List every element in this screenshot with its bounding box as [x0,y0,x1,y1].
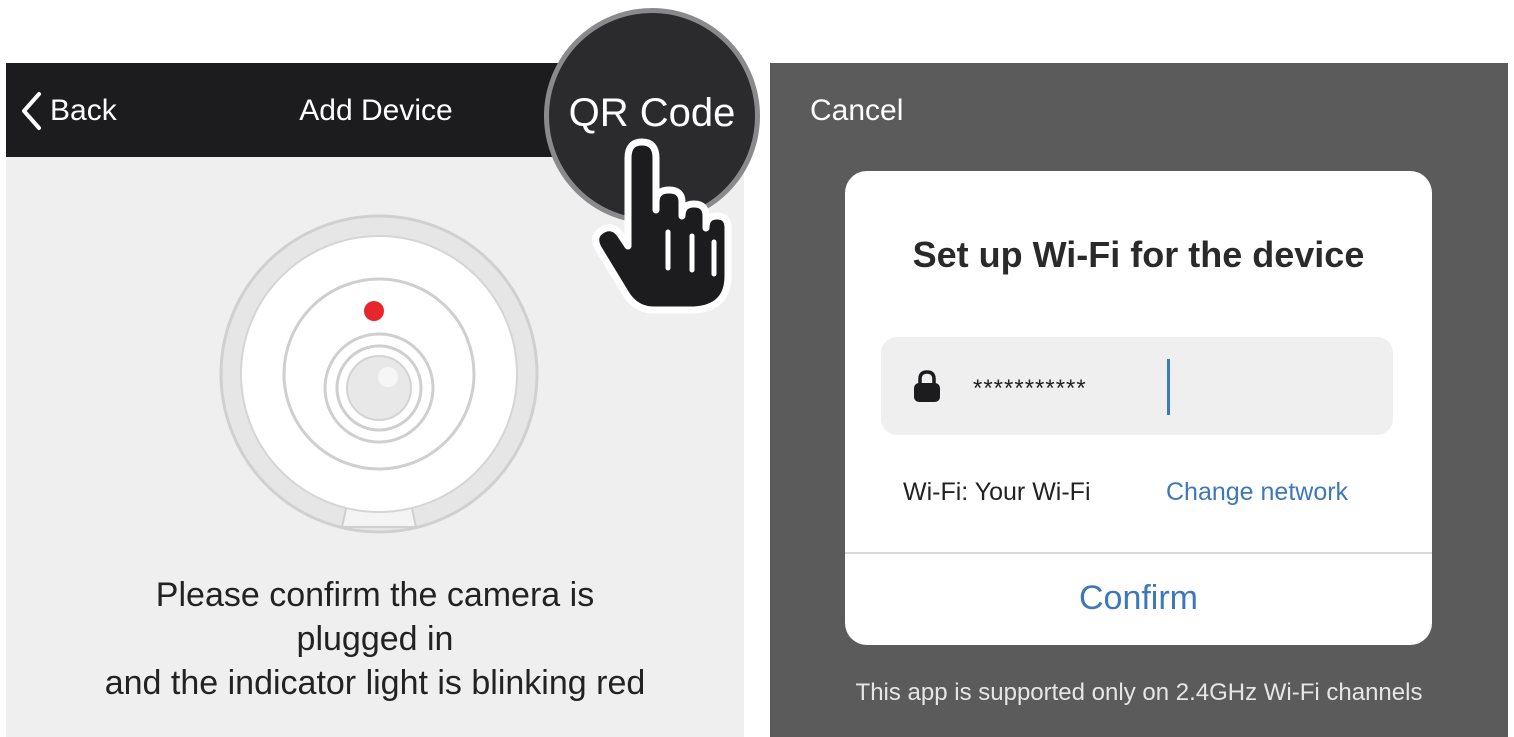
indicator-light [364,301,384,321]
back-button[interactable]: Back [20,89,117,133]
lock-icon [914,370,940,402]
cancel-button[interactable]: Cancel [810,89,903,133]
text-cursor [1167,359,1170,415]
instruction-line: Please confirm the camera is [155,576,595,614]
wifi-network-label: Wi-Fi: Your Wi-Fi [903,478,1091,506]
change-network-link[interactable]: Change network [1166,475,1348,509]
instruction-line: and the indicator light is blinking red [104,664,646,702]
dialog-title: Set up Wi-Fi for the device [912,234,1365,275]
support-note: This app is supported only on 2.4GHz Wi-… [855,679,1423,706]
confirm-button[interactable]: Confirm [845,554,1432,645]
chevron-left-icon [22,92,41,130]
wifi-password-input[interactable]: *********** [881,337,1393,435]
instruction-line: plugged in [296,620,454,658]
camera-icon [219,214,539,534]
password-value: *********** [973,375,1087,402]
back-label: Back [50,94,117,127]
hand-pointer-icon [592,138,732,314]
qr-code-label: QR Code [568,91,736,135]
wifi-setup-screen: Cancel Set up Wi-Fi for the device *****… [770,63,1508,737]
instruction-text: Please confirm the camera is plugged in … [6,573,744,705]
page-title: Add Device [299,94,453,127]
wifi-setup-dialog: Set up Wi-Fi for the device *********** … [845,171,1432,645]
indicator-light-icon [364,301,384,321]
